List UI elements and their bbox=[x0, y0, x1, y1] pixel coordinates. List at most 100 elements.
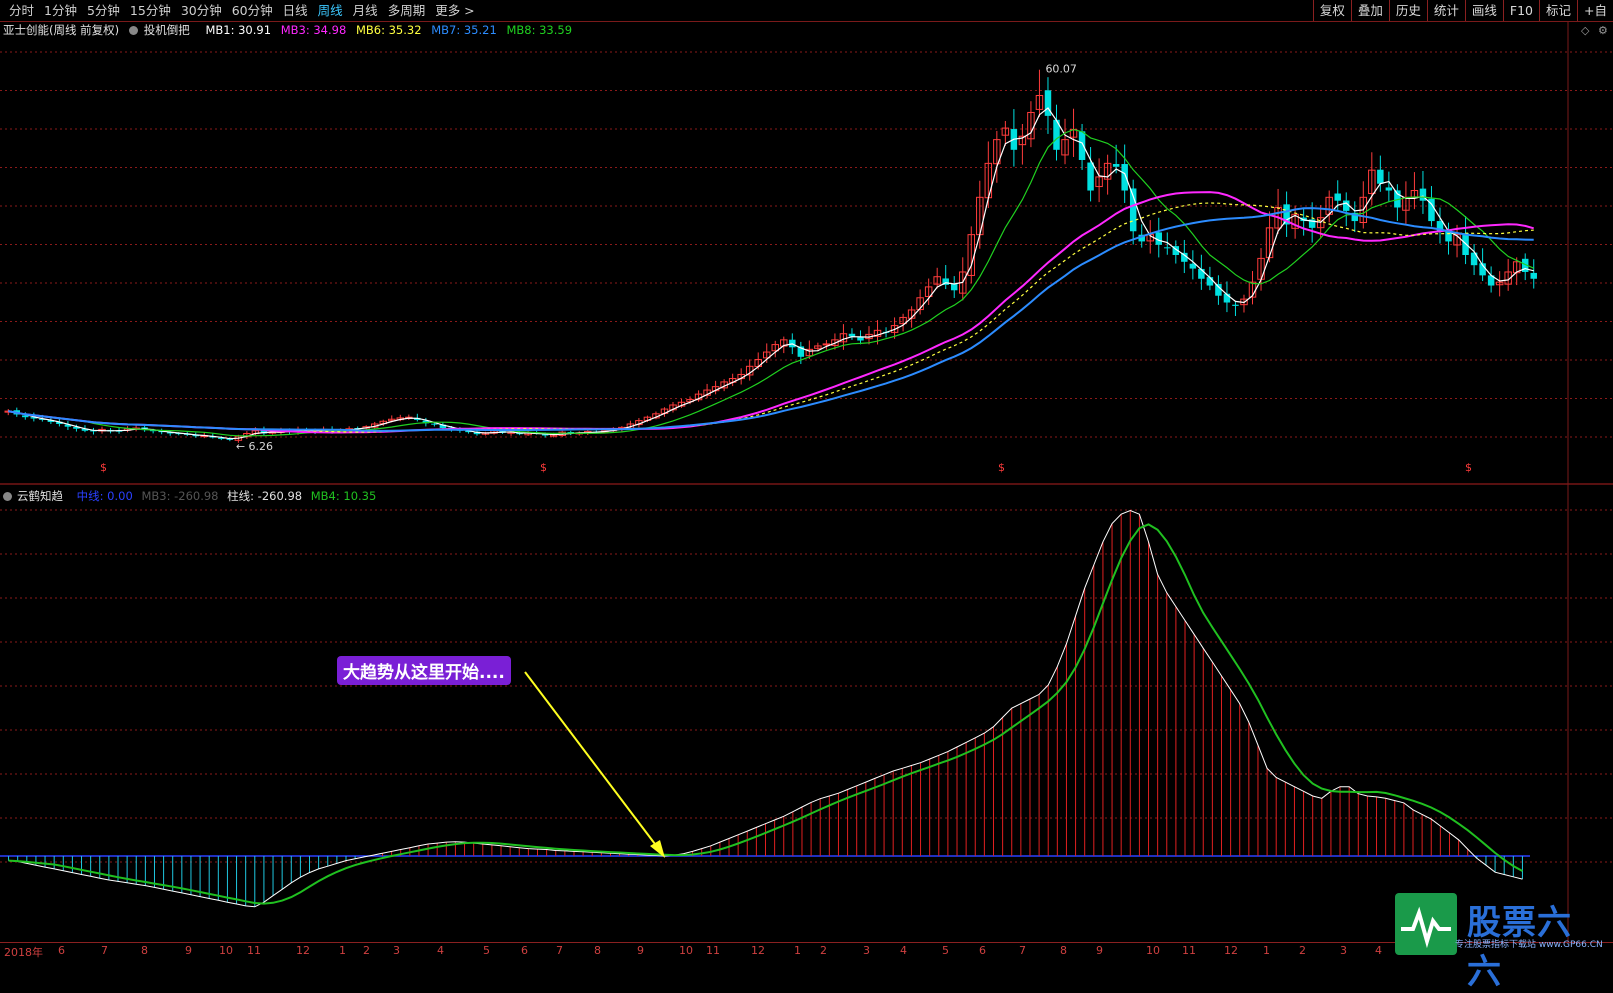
candle-body bbox=[405, 416, 413, 419]
candle-body bbox=[609, 428, 618, 432]
candle-body bbox=[1129, 188, 1137, 232]
candle-body bbox=[251, 430, 260, 435]
toolbar-button-7[interactable]: +自 bbox=[1577, 0, 1613, 21]
indicator-menu-icon[interactable] bbox=[128, 26, 138, 35]
candle-body bbox=[857, 337, 864, 341]
indicator-panel-name: 云鹤知趋 bbox=[17, 489, 63, 503]
candle-body bbox=[1394, 190, 1401, 208]
period-tab-10[interactable]: 更多 > bbox=[430, 2, 479, 19]
candle-body bbox=[354, 428, 361, 430]
time-tick-21: 2 bbox=[820, 944, 827, 957]
toolbar-button-3[interactable]: 统计 bbox=[1426, 0, 1465, 21]
candle-body bbox=[422, 420, 430, 424]
candle-body bbox=[149, 430, 157, 432]
candle-body bbox=[703, 389, 711, 396]
period-tab-0[interactable]: 分时 bbox=[4, 2, 39, 19]
time-tick-10: 3 bbox=[393, 944, 400, 957]
period-tab-4[interactable]: 30分钟 bbox=[176, 2, 227, 19]
candle-body bbox=[132, 427, 140, 430]
time-tick-26: 7 bbox=[1019, 944, 1026, 957]
candle-body bbox=[1377, 169, 1384, 184]
candle-body bbox=[1146, 234, 1154, 242]
candle-body bbox=[277, 430, 285, 433]
candle-body bbox=[822, 343, 831, 346]
time-tick-23: 4 bbox=[900, 944, 907, 957]
candle-body bbox=[805, 348, 814, 357]
time-tick-31: 12 bbox=[1224, 944, 1238, 957]
candle-body bbox=[1325, 196, 1333, 215]
diamond-icon[interactable]: ◇ bbox=[1581, 24, 1589, 37]
legend-mb7: MB7: 35.21 bbox=[431, 23, 497, 37]
candle-body bbox=[1001, 127, 1010, 136]
toolbar-button-1[interactable]: 叠加 bbox=[1350, 0, 1389, 21]
toolbar-button-4[interactable]: 画线 bbox=[1464, 0, 1503, 21]
period-tab-1[interactable]: 1分钟 bbox=[39, 2, 82, 19]
candle-body bbox=[1504, 271, 1512, 285]
toolbar-button-6[interactable]: 标记 bbox=[1539, 0, 1577, 21]
period-tab-6[interactable]: 日线 bbox=[278, 2, 313, 19]
candle-body bbox=[4, 410, 12, 413]
toolbar-button-0[interactable]: 复权 bbox=[1312, 0, 1351, 21]
candle-body bbox=[1053, 119, 1060, 150]
ma-blue-line bbox=[8, 207, 1534, 432]
period-tab-7[interactable]: 周线 bbox=[313, 2, 348, 19]
candle-body bbox=[481, 432, 490, 435]
candle-body bbox=[1155, 232, 1162, 245]
candle-body bbox=[669, 404, 677, 411]
gear-icon[interactable]: ⚙ bbox=[1598, 24, 1608, 37]
candle-body bbox=[1223, 293, 1231, 303]
watermark-logo: 股票六六 专注股票指标下载站 www.GP66.CN bbox=[1395, 893, 1605, 992]
time-tick-19: 12 bbox=[751, 944, 765, 957]
time-tick-12: 5 bbox=[483, 944, 490, 957]
candle-body bbox=[13, 410, 21, 415]
candle-body bbox=[1283, 204, 1290, 225]
period-tab-3[interactable]: 15分钟 bbox=[125, 2, 176, 19]
period-tab-5[interactable]: 60分钟 bbox=[227, 2, 278, 19]
time-tick-13: 6 bbox=[521, 944, 528, 957]
event-marker-3: $ bbox=[1465, 461, 1472, 474]
candle-body bbox=[490, 430, 498, 434]
time-tick-32: 1 bbox=[1263, 944, 1270, 957]
chart-canvas: 60.07 ← 6.26 $ $ $ $ bbox=[0, 22, 1613, 942]
indicator-selector[interactable]: 投机倒把 bbox=[128, 23, 196, 37]
candle-body bbox=[192, 434, 199, 437]
indicator-panel-menu[interactable]: 云鹤知趋 bbox=[3, 489, 68, 503]
candle-body bbox=[98, 428, 106, 432]
panel-menu-icon[interactable] bbox=[3, 492, 12, 501]
candle-body bbox=[226, 438, 234, 440]
indicator-legend: 云鹤知趋 中线: 0.00 MB3: -260.98 柱线: -260.98 M… bbox=[0, 488, 381, 504]
candle-body bbox=[336, 429, 345, 432]
time-tick-30: 11 bbox=[1182, 944, 1196, 957]
candle-body bbox=[1265, 227, 1274, 259]
candle-body bbox=[1103, 162, 1112, 180]
candle-body bbox=[166, 432, 174, 434]
candle-body bbox=[260, 430, 268, 434]
toolbar-button-5[interactable]: F10 bbox=[1502, 0, 1539, 21]
time-tick-7: 12 bbox=[296, 944, 310, 957]
candle-body bbox=[967, 234, 976, 276]
candle-body bbox=[711, 386, 720, 392]
candle-body bbox=[677, 401, 686, 407]
candle-body bbox=[976, 196, 984, 236]
candle-body bbox=[507, 431, 515, 434]
candle-body bbox=[345, 428, 353, 431]
time-tick-15: 8 bbox=[594, 944, 601, 957]
candle-body bbox=[1462, 233, 1469, 255]
candle-body bbox=[1436, 221, 1444, 232]
toolbar-button-2[interactable]: 历史 bbox=[1388, 0, 1427, 21]
time-tick-6: 11 bbox=[247, 944, 261, 957]
time-tick-35: 4 bbox=[1375, 944, 1382, 957]
period-tab-2[interactable]: 5分钟 bbox=[82, 2, 125, 19]
period-tab-8[interactable]: 月线 bbox=[348, 2, 383, 19]
annotation-arrowhead bbox=[650, 840, 665, 858]
candle-body bbox=[1291, 213, 1299, 229]
candle-body bbox=[1453, 234, 1461, 246]
candle-body bbox=[601, 430, 609, 433]
period-tabs: 分时 1分钟 5分钟 15分钟 30分钟 60分钟 日线 周线 月线 多周期 更多 > bbox=[4, 2, 480, 19]
candle-body bbox=[541, 434, 549, 436]
candle-body bbox=[890, 325, 899, 333]
stock-title[interactable]: 亚士创能(周线 前复权) bbox=[3, 23, 119, 37]
period-tab-9[interactable]: 多周期 bbox=[383, 2, 431, 19]
trend-annotation: 大趋势从这里开始.... bbox=[337, 656, 511, 685]
candle-body bbox=[959, 271, 967, 294]
